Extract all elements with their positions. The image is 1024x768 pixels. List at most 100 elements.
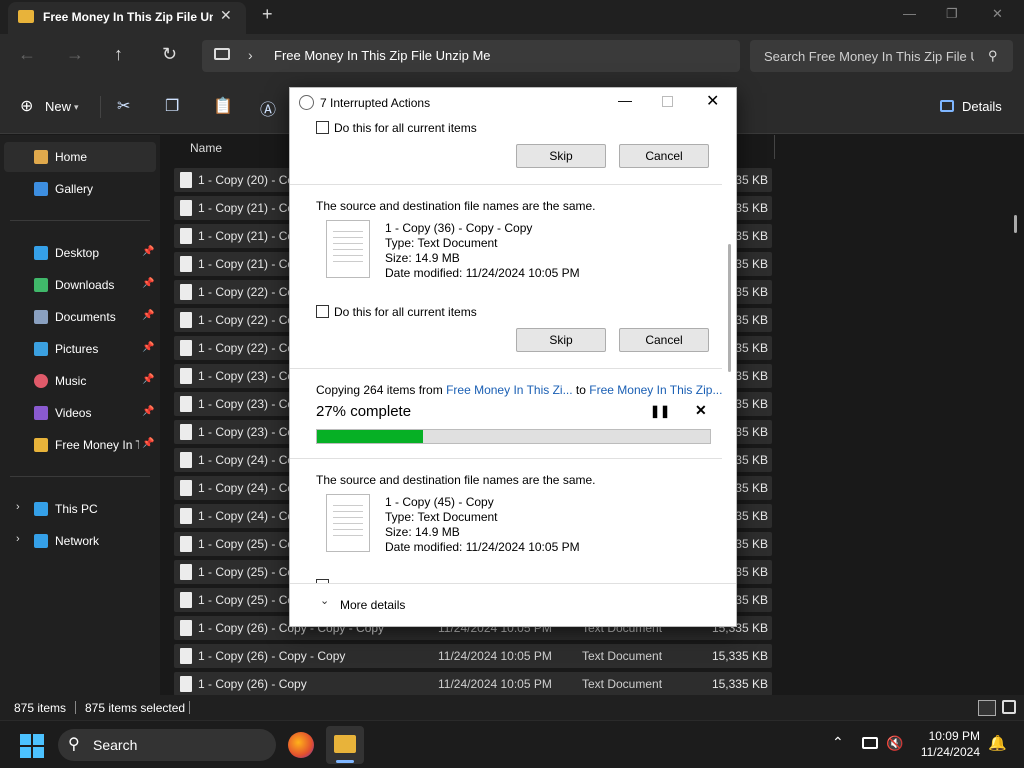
- sidebar-item-documents[interactable]: Documents 📌: [4, 302, 156, 332]
- clock-date[interactable]: 11/24/2024: [900, 745, 980, 759]
- rename-icon[interactable]: Ⓐ: [260, 96, 276, 120]
- start-windows-icon[interactable]: [20, 734, 44, 758]
- sidebar-item-desktop[interactable]: Desktop 📌: [4, 238, 156, 268]
- pin-icon[interactable]: 📌: [142, 278, 154, 289]
- table-row[interactable]: 1 - Copy (26) - Copy 11/24/2024 10:05 PM T…: [174, 672, 772, 696]
- address-bar[interactable]: › Free Money In This Zip File Unzip Me: [202, 40, 740, 72]
- forward-arrow-icon[interactable]: →: [66, 44, 84, 65]
- interrupted-actions-dialog: 7 Interrupted Actions — ✕ Do this for al…: [289, 87, 737, 627]
- pictures-icon: [34, 342, 48, 356]
- file-name-cell: 1 - Copy (25) - Co: [198, 537, 295, 551]
- chevron-right-icon[interactable]: ›: [16, 533, 20, 545]
- text-file-icon: [180, 592, 192, 608]
- pin-icon[interactable]: 📌: [142, 310, 154, 321]
- desktop-icon: [34, 246, 48, 260]
- details-button[interactable]: Details: [962, 99, 1002, 114]
- explorer-tab[interactable]: Free Money In This Zip File Un ✕: [8, 2, 246, 34]
- paste-icon[interactable]: 📋: [213, 96, 233, 116]
- column-header-name[interactable]: Name: [190, 141, 222, 155]
- table-row[interactable]: 1 - Copy (26) - Copy - Copy 11/24/2024 10…: [174, 644, 772, 668]
- pin-icon[interactable]: 📌: [142, 374, 154, 385]
- file-size-cell: 15,335 KB: [711, 649, 768, 663]
- dialog-close-button[interactable]: ✕: [706, 91, 719, 111]
- pin-icon[interactable]: 📌: [142, 246, 154, 257]
- details-view-icon[interactable]: [978, 700, 996, 716]
- cancel-button[interactable]: Cancel: [619, 328, 709, 352]
- pause-icon[interactable]: ❚❚: [650, 404, 670, 418]
- file-name-cell: 1 - Copy (22) - Co: [198, 285, 295, 299]
- file-name-cell: 1 - Copy (22) - Co: [198, 313, 295, 327]
- notification-bell-icon[interactable]: 🔔: [988, 734, 1007, 752]
- scrollbar-thumb[interactable]: [1014, 215, 1017, 233]
- destination-link[interactable]: Free Money In This Zip...: [589, 383, 722, 397]
- file-size: Size: 14.9 MB: [385, 251, 460, 265]
- column-divider[interactable]: [774, 135, 775, 159]
- text-file-icon: [180, 480, 192, 496]
- dialog-scrollbar[interactable]: [728, 244, 731, 372]
- text-file-icon: [180, 172, 192, 188]
- cancel-copy-icon[interactable]: ✕: [695, 402, 707, 419]
- search-icon[interactable]: ⚲: [988, 48, 998, 64]
- copy-icon[interactable]: ❐: [165, 96, 179, 116]
- firefox-icon[interactable]: [288, 732, 314, 758]
- taskbar-search[interactable]: ⚲ Search: [58, 729, 276, 761]
- do-for-all-checkbox[interactable]: [316, 121, 329, 134]
- sidebar-item-downloads[interactable]: Downloads 📌: [4, 270, 156, 300]
- text-file-icon: [180, 228, 192, 244]
- sidebar-item-music[interactable]: Music 📌: [4, 366, 156, 396]
- network-status-icon[interactable]: [862, 737, 878, 749]
- sidebar-item-pictures[interactable]: Pictures 📌: [4, 334, 156, 364]
- source-link[interactable]: Free Money In This Zi...: [446, 383, 573, 397]
- progress-bar: [316, 429, 711, 444]
- pin-icon[interactable]: 📌: [142, 438, 154, 449]
- pin-icon[interactable]: 📌: [142, 406, 154, 417]
- tab-close-icon[interactable]: ✕: [220, 7, 232, 24]
- chevron-down-icon[interactable]: ⌄: [320, 594, 329, 607]
- sidebar-item-gallery[interactable]: Gallery: [4, 174, 156, 204]
- clock-time[interactable]: 10:09 PM: [900, 729, 980, 743]
- search-box[interactable]: Search Free Money In This Zip File Unzip…: [750, 40, 1013, 72]
- sidebar-item-videos[interactable]: Videos 📌: [4, 398, 156, 428]
- status-divider: [75, 701, 76, 714]
- sidebar-item-label: Home: [55, 150, 88, 164]
- tiles-view-icon[interactable]: [1002, 700, 1016, 714]
- up-arrow-icon[interactable]: ↑: [114, 44, 123, 65]
- more-details-button[interactable]: More details: [340, 598, 405, 612]
- new-button[interactable]: New: [45, 99, 71, 114]
- maximize-button[interactable]: ❐: [946, 6, 958, 22]
- pin-icon[interactable]: 📌: [142, 342, 154, 353]
- chevron-right-icon[interactable]: ›: [16, 501, 20, 513]
- minimize-button[interactable]: —: [903, 6, 916, 21]
- skip-button[interactable]: Skip: [516, 328, 606, 352]
- section-divider: [290, 368, 722, 369]
- sidebar-item-this-pc[interactable]: › This PC: [4, 494, 156, 524]
- chevron-up-icon[interactable]: ⌃: [832, 734, 844, 751]
- new-tab-button[interactable]: +: [262, 4, 273, 25]
- back-arrow-icon[interactable]: ←: [18, 44, 36, 65]
- dialog-minimize-button[interactable]: —: [618, 92, 632, 108]
- do-for-all-checkbox[interactable]: [316, 305, 329, 318]
- close-button[interactable]: ✕: [992, 6, 1003, 22]
- file-type: Type: Text Document: [385, 510, 498, 524]
- chevron-right-icon[interactable]: ›: [248, 47, 253, 63]
- file-name-cell: 1 - Copy (24) - Co: [198, 509, 295, 523]
- sidebar-item-network[interactable]: › Network: [4, 526, 156, 556]
- sidebar-item-home[interactable]: Home: [4, 142, 156, 172]
- file-explorer-taskbar-button[interactable]: [326, 726, 364, 764]
- file-name-cell: 1 - Copy (25) - Co: [198, 593, 295, 607]
- file-name-cell: 1 - Copy (23) - Co: [198, 425, 295, 439]
- status-bar: 875 items 875 items selected: [0, 695, 1024, 720]
- text-file-icon: [180, 648, 192, 664]
- skip-button[interactable]: Skip: [516, 144, 606, 168]
- details-pane-icon[interactable]: [940, 100, 954, 112]
- refresh-icon[interactable]: ↻: [162, 44, 177, 65]
- cancel-button[interactable]: Cancel: [619, 144, 709, 168]
- file-name-cell: 1 - Copy (22) - Co: [198, 341, 295, 355]
- cut-icon[interactable]: ✂: [117, 96, 130, 116]
- sidebar-item-label: Videos: [55, 406, 92, 420]
- chevron-down-icon[interactable]: ▾: [74, 102, 79, 113]
- file-date-cell: 11/24/2024 10:05 PM: [438, 677, 552, 691]
- file-type-cell: Text Document: [582, 649, 663, 663]
- plus-circle-icon[interactable]: ⊕: [20, 96, 33, 116]
- sidebar-item-free-money-folder[interactable]: Free Money In T 📌: [4, 430, 156, 460]
